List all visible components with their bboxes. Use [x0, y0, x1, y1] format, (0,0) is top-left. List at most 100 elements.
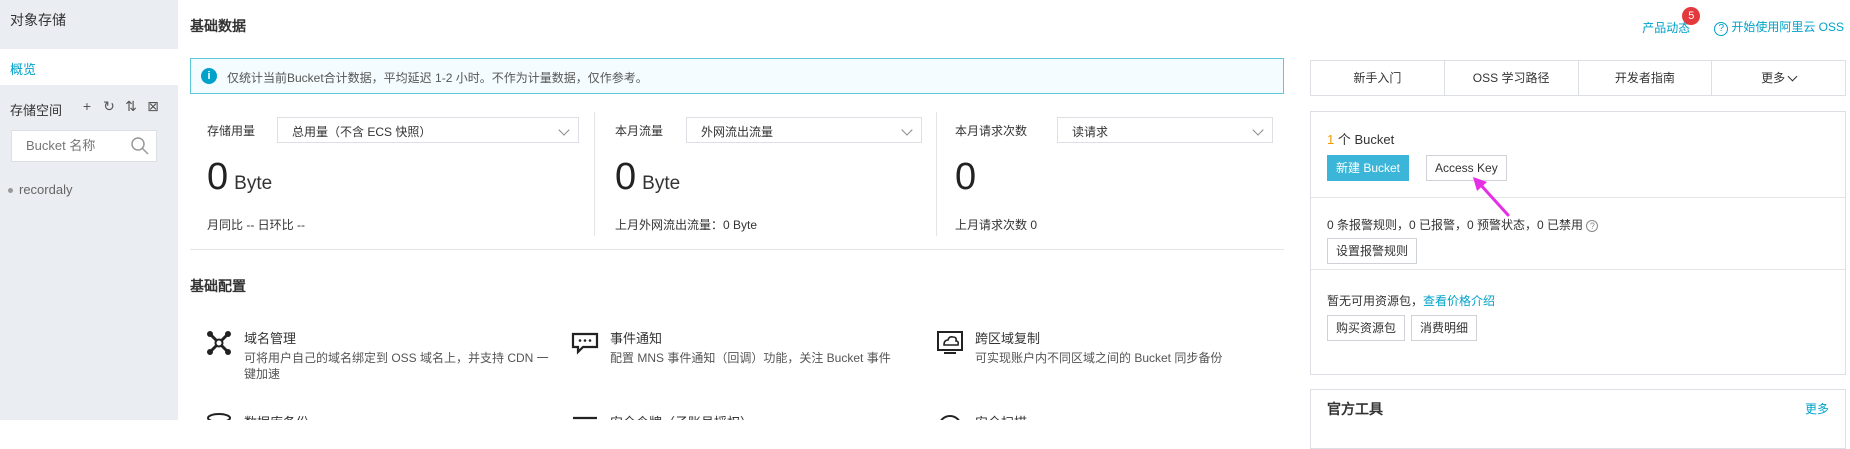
stat-number: 0: [207, 156, 229, 198]
config-item-name: 跨区域复制: [975, 331, 1041, 346]
alert-text-label: 0 条报警规则，0 已报警，0 预警状态，0 已禁用: [1327, 218, 1584, 232]
config-item-backup[interactable]: 数据库备份: [204, 412, 554, 420]
start-oss-label: 开始使用阿里云 OSS: [1731, 20, 1844, 34]
request-stat: 本月请求次数 读请求 0 上月请求次数 0: [955, 112, 1275, 238]
scan-icon: [935, 412, 965, 420]
page-title: 基础数据: [190, 18, 246, 34]
bucket-list-heading: 存储空间: [10, 103, 63, 118]
config-item-name: 数据库备份: [244, 412, 309, 420]
tab-developer-guide[interactable]: 开发者指南: [1579, 61, 1713, 95]
stat-number: 0: [615, 156, 637, 198]
stat-value: 0 Byte: [207, 156, 272, 199]
notification-badge: 5: [1682, 6, 1701, 25]
collapse-icon[interactable]: ⊠: [146, 98, 160, 115]
resource-text: 暂无可用资源包，查看价格介绍: [1327, 292, 1495, 309]
tab-more[interactable]: 更多: [1712, 61, 1845, 95]
traffic-stat: 本月流量 外网流出流量 0 Byte 上月外网流出流量：0 Byte: [615, 112, 955, 238]
search-icon[interactable]: [130, 136, 150, 159]
select-value: 读请求: [1072, 125, 1109, 139]
info-text: 仅统计当前Bucket合计数据，平均延迟 1-2 小时。不作为计量数据，仅作参考…: [227, 71, 648, 85]
select-value: 外网流出流量: [701, 125, 774, 139]
tools-more-link[interactable]: 更多: [1805, 400, 1829, 417]
config-section-title: 基础配置: [190, 278, 246, 294]
chevron-down-icon: [901, 124, 913, 136]
sidebar-title: 对象存储: [10, 12, 66, 28]
token-icon: [570, 412, 600, 420]
start-oss-link[interactable]: ? 开始使用阿里云 OSS: [1714, 18, 1844, 36]
stat-label: 本月流量: [615, 124, 664, 138]
message-icon: [570, 328, 600, 358]
help-circle-icon[interactable]: ?: [1586, 220, 1599, 232]
config-item-name: 安全扫描: [975, 412, 1027, 420]
bucket-search: [11, 130, 157, 162]
stat-value: 0 Byte: [615, 156, 680, 199]
top-links: 产品动态 5 ? 开始使用阿里云 OSS: [1642, 6, 1844, 36]
sort-icon[interactable]: ⇅: [124, 98, 138, 115]
config-item-replication[interactable]: 跨区域复制 可实现账户内不同区域之间的 Bucket 同步备份: [935, 328, 1285, 388]
select-value: 总用量（不含 ECS 快照）: [292, 125, 432, 139]
billing-detail-button[interactable]: 消费明细: [1411, 315, 1478, 341]
config-item-desc: 可实现账户内不同区域之间的 Bucket 同步备份: [975, 351, 1223, 365]
product-news-link[interactable]: 产品动态 5: [1642, 6, 1701, 36]
tab-learning-path[interactable]: OSS 学习路径: [1445, 61, 1579, 95]
config-item-name: 安全令牌（子账号授权）: [610, 412, 753, 420]
divider: [594, 112, 595, 236]
refresh-icon[interactable]: ↻: [102, 98, 116, 115]
traffic-type-select[interactable]: 外网流出流量: [686, 117, 922, 143]
bucket-count-text: 1 个 Bucket: [1327, 129, 1394, 148]
request-type-select[interactable]: 读请求: [1057, 117, 1273, 143]
config-item-domain[interactable]: 域名管理 可将用户自己的域名绑定到 OSS 域名上，并支持 CDN 一键加速: [204, 328, 554, 388]
stat-unit: Byte: [234, 173, 273, 194]
bucket-search-input[interactable]: [26, 138, 126, 153]
overview-panel: 1 个 Bucket 新建 Bucket Access Key 0 条报警规则，…: [1310, 111, 1846, 375]
resource-text-label: 暂无可用资源包，: [1327, 294, 1424, 308]
config-item-event[interactable]: 事件通知 配置 MNS 事件通知（回调）功能，关注 Bucket 事件: [570, 328, 920, 388]
chevron-down-icon: [1787, 71, 1798, 82]
help-circle-icon: ?: [1714, 22, 1729, 36]
bucket-count-label: 个 Bucket: [1337, 132, 1395, 147]
config-item-desc: 可将用户自己的域名绑定到 OSS 域名上，并支持 CDN 一键加速: [244, 351, 549, 381]
alert-summary: 0 条报警规则，0 已报警，0 预警状态，0 已禁用 ? 设置报警规则: [1311, 198, 1845, 270]
cloud-sync-icon: [935, 328, 965, 358]
domain-network-icon: [204, 328, 234, 358]
config-item-name: 域名管理: [244, 331, 297, 346]
annotation-arrow-icon: [1473, 177, 1510, 217]
storage-type-select[interactable]: 总用量（不含 ECS 快照）: [277, 117, 579, 143]
bucket-count: 1: [1327, 132, 1335, 147]
product-news-label: 产品动态: [1642, 20, 1691, 35]
sidebar-item-label: 概览: [10, 62, 37, 77]
official-tools: 官方工具 更多: [1310, 389, 1846, 449]
set-alert-button[interactable]: 设置报警规则: [1327, 238, 1418, 264]
info-banner: i 仅统计当前Bucket合计数据，平均延迟 1-2 小时。不作为计量数据，仅作…: [190, 58, 1284, 94]
price-link[interactable]: 查看价格介绍: [1423, 294, 1495, 308]
tab-getting-started[interactable]: 新手入门: [1311, 61, 1445, 95]
sidebar: 对象存储 概览 存储空间 + ↻ ⇅ ⊠ recordaly: [0, 0, 178, 420]
stat-subtext: 上月请求次数 0: [955, 218, 1038, 232]
config-item-token[interactable]: 安全令牌（子账号授权）: [570, 412, 920, 420]
bucket-summary: 1 个 Bucket 新建 Bucket Access Key: [1311, 112, 1845, 198]
info-icon: i: [201, 68, 217, 84]
alert-text: 0 条报警规则，0 已报警，0 预警状态，0 已禁用 ?: [1327, 216, 1599, 233]
stat-subtext: 月同比 -- 日环比 --: [207, 218, 305, 232]
storage-usage-stat: 存储用量 总用量（不含 ECS 快照） 0 Byte 月同比 -- 日环比 --: [207, 112, 581, 238]
buy-package-button[interactable]: 购买资源包: [1327, 315, 1406, 341]
stat-subtext: 上月外网流出流量：0 Byte: [615, 218, 758, 232]
new-bucket-button[interactable]: 新建 Bucket: [1327, 155, 1410, 181]
tab-more-label: 更多: [1761, 71, 1786, 85]
config-item-scan[interactable]: 安全扫描: [935, 412, 1285, 420]
resource-summary: 暂无可用资源包，查看价格介绍 购买资源包 消费明细: [1311, 270, 1845, 341]
bucket-list-item[interactable]: recordaly: [8, 182, 72, 197]
divider: [936, 112, 937, 236]
bucket-toolbar: + ↻ ⇅ ⊠: [80, 98, 160, 115]
config-item-name: 事件通知: [610, 331, 663, 346]
database-icon: [204, 412, 234, 420]
add-bucket-icon[interactable]: +: [80, 98, 94, 115]
stat-number: 0: [955, 156, 977, 198]
section-divider: [190, 249, 1284, 250]
chevron-down-icon: [1252, 124, 1264, 136]
stat-unit: Byte: [642, 173, 681, 194]
sidebar-item-overview[interactable]: 概览: [0, 49, 178, 85]
help-tabs: 新手入门 OSS 学习路径 开发者指南 更多: [1310, 60, 1846, 96]
stat-value: 0: [955, 156, 982, 199]
tools-title: 官方工具: [1327, 401, 1383, 417]
